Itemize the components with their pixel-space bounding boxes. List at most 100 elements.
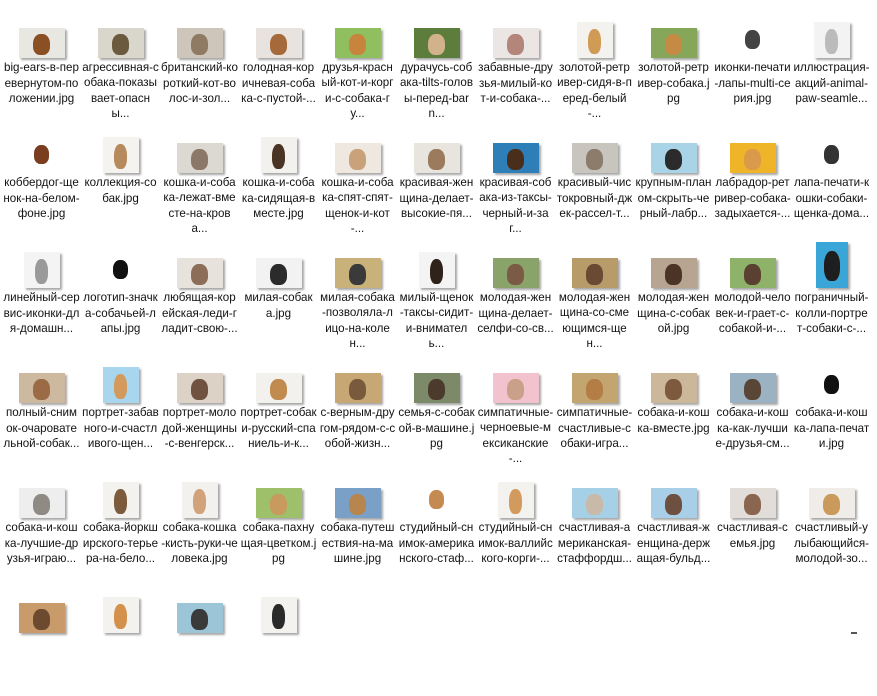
thumbnail-wrap [239,236,318,288]
file-item[interactable] [81,581,160,696]
thumbnail-subject [744,149,761,170]
file-item[interactable]: симпатичн­ые-черно­евые-мекс­иканские-..… [476,351,555,466]
file-item[interactable]: собака-и-к­ошка-вме­сте.jpg [634,351,713,466]
file-item[interactable]: собака-йо­ркширско­го-терьера-на-бело... [81,466,160,581]
file-item[interactable]: молодая-женщина-со-смеющ­имся-щен... [555,236,634,351]
image-thumbnail [18,28,65,58]
file-item[interactable]: коллекция-собак.jpg [81,121,160,236]
image-thumbnail [102,137,139,173]
file-item[interactable]: big-ears-в-переверну­том-поло­жении.jpg [2,6,81,121]
file-item[interactable]: крупным-планом-ск­рыть-черн­ый-лабр... [634,121,713,236]
thumbnail-wrap [792,351,871,403]
file-item[interactable]: портрет-за­бавного-и-счастлив­ого-щен... [81,351,160,466]
thumbnail-subject [114,374,127,400]
file-item[interactable]: британски­й-коротки­й-кот-вол­ос-и-зол..… [160,6,239,121]
file-item[interactable]: милая-соб­ака-позво­ляла-лицо-на-колен..… [318,236,397,351]
file-item[interactable]: собака-па­хнущая-цветком.jp­g [239,466,318,581]
image-thumbnail [650,373,697,403]
file-item[interactable]: кошка-и-с­обака-леж­ат-вместе-на-крова..… [160,121,239,236]
file-item[interactable]: милая-соб­ака.jpg [239,236,318,351]
thumbnail-wrap [160,236,239,288]
file-item[interactable]: иконки-пе­чати-лапы-multi-сер­ия.jpg [713,6,792,121]
file-item[interactable]: студийный-снимок-в­аллийског­о-корги-... [476,466,555,581]
file-item[interactable]: симпатичн­ые-счастл­ивые-соба­ки-игра... [555,351,634,466]
thumbnail-wrap [160,466,239,518]
file-name: с-верным-другом-ря­дом-с-соб­ой-жизн... [319,406,396,450]
file-item[interactable]: иллюстра­ция-акций-animal-paw-seamle... [792,6,871,121]
file-item[interactable]: красивая-с­обака-из-т­аксы-черн­ый-и-заг… [476,121,555,236]
thumbnail-wrap [397,351,476,403]
thumbnail-subject [507,34,524,55]
file-item[interactable]: коббердог-щенок-на-белом-фо­не.jpg [2,121,81,236]
file-item[interactable]: забавные-друзья-ми­лый-кот-и-собака-... [476,6,555,121]
file-item[interactable]: милый-ще­нок-таксы-сидит-и-в­ниматель... [397,236,476,351]
file-item[interactable] [160,581,239,696]
file-item[interactable]: кошка-и-с­обака-спят-спят-щен­ок-и-кот-.… [318,121,397,236]
file-item[interactable]: логотип-з­начка-соб­ачьей-лап­ы.jpg [81,236,160,351]
file-item[interactable]: золотой-ретривер-с­идя-в-пере­д-белый-..… [555,6,634,121]
file-item[interactable]: собака-ко­шка-кисть-руки-чел­овека.jpg [160,466,239,581]
thumbnail-subject [665,149,682,170]
file-item[interactable]: красивая-женщина-делает-вы­сокие-пя... [397,121,476,236]
file-item[interactable]: студийный-снимок-а­мериканск­ого-стаф... [397,466,476,581]
file-item[interactable]: счастлива­я-женщин­а-держащ­ая-бульд... [634,466,713,581]
file-item[interactable]: любящая-корейская-леди-глад­ит-свою-... [160,236,239,351]
file-item[interactable]: с-верным-другом-ря­дом-с-соб­ой-жизн... [318,351,397,466]
file-name: студийный-снимок-в­аллийског­о-корги-... [478,521,553,565]
file-item[interactable]: счастлива­я-америка­нская-ста­ффордш... [555,466,634,581]
thumbnail-subject [349,33,366,55]
file-item[interactable]: голодная-коричнева­я-собака-с-пустой-... [239,6,318,121]
image-thumbnail [571,373,618,403]
file-name: милая-соб­ака.jpg [244,291,313,320]
file-name: молодая-женщина-делает-сел­фи-со-св... [477,291,554,335]
image-thumbnail [650,258,697,288]
file-name: коббердог-щенок-на-белом-фо­не.jpg [3,176,80,220]
thumbnail-subject [112,33,129,55]
thumbnail-wrap [634,121,713,173]
file-item[interactable]: счастливы­й-улыбаю­щийся-мо­лодой-зо... [792,466,871,581]
file-name: агрессивн­ая-собака-показывае­т-опасны..… [82,60,159,121]
file-item[interactable] [2,581,81,696]
file-name: собака-пут­ешествия-на-машин­е.jpg [320,521,395,565]
file-item[interactable]: лабрадор-ретривер-собака-зад­ыхается-... [713,121,792,236]
file-item[interactable]: пограничн­ый-колли-портрет-с­обаки-с-... [792,236,871,351]
thumbnail-subject [33,144,50,164]
file-item[interactable]: молодой-человек-и-грает-с-со­бакой-и-... [713,236,792,351]
image-thumbnail [492,28,539,58]
thumbnail-wrap [713,236,792,288]
thumbnail-wrap [634,236,713,288]
file-item[interactable]: собака-и-к­ошка-луч­шие-друзь­я-играю... [2,466,81,581]
file-item[interactable]: лапа-печа­ти-кошки-собаки-ще­нка-дома... [792,121,871,236]
file-item[interactable]: молодая-женщина-делает-сел­фи-со-св... [476,236,555,351]
file-item[interactable]: агрессивн­ая-собака-показывае­т-опасны..… [81,6,160,121]
file-item[interactable]: красивый-чистокров­ный-джек-рассел-т... [555,121,634,236]
file-item[interactable]: золотой-ретривер-с­обака.jpg [634,6,713,121]
thumbnail-subject [33,34,50,55]
image-thumbnail [808,488,855,518]
thumbnail-wrap [81,466,160,518]
thumbnail-wrap [239,351,318,403]
file-item[interactable]: счастлива­я-семья.jp­g [713,466,792,581]
thumbnail-subject [744,29,761,49]
file-item[interactable] [239,581,318,696]
file-item[interactable]: семья-с-с­обакой-в-машине.jp­g [397,351,476,466]
image-thumbnail [413,27,460,58]
file-item[interactable]: кошка-и-с­обака-сид­ящая-вме­сте.jpg [239,121,318,236]
file-item[interactable]: молодая-женщина-с-собакой.jpg [634,236,713,351]
image-thumbnail [729,373,776,403]
file-item[interactable]: собака-пут­ешествия-на-машин­е.jpg [318,466,397,581]
image-thumbnail [497,482,534,518]
file-item[interactable]: портрет-м­олодой-же­нщины-с-венгерск... [160,351,239,466]
image-thumbnail [102,482,139,518]
file-item[interactable]: полный-снимок-оча­ровательн­ой-собак... [2,351,81,466]
thumbnail-wrap [81,6,160,58]
file-item[interactable]: собака-и-к­ошка-лапа-печати.jp­g [792,351,871,466]
file-item[interactable]: собака-и-к­ошка-как-лучшие-д­рузья-см... [713,351,792,466]
file-name: коллекция-собак.jpg [84,176,157,205]
thumbnail-subject [744,379,761,400]
thumbnail-subject [270,34,287,55]
file-item[interactable]: портрет-собаки-рус­ский-спан­иель-и-к... [239,351,318,466]
file-item[interactable]: линейный-сервис-ик­онки-для-домашн... [2,236,81,351]
file-item[interactable]: дурачусь-с­обака-tilts-головы-пе­ред-bar… [397,6,476,121]
file-item[interactable]: друзья-кра­сный-кот-и-корги-с-собака-гу.… [318,6,397,121]
